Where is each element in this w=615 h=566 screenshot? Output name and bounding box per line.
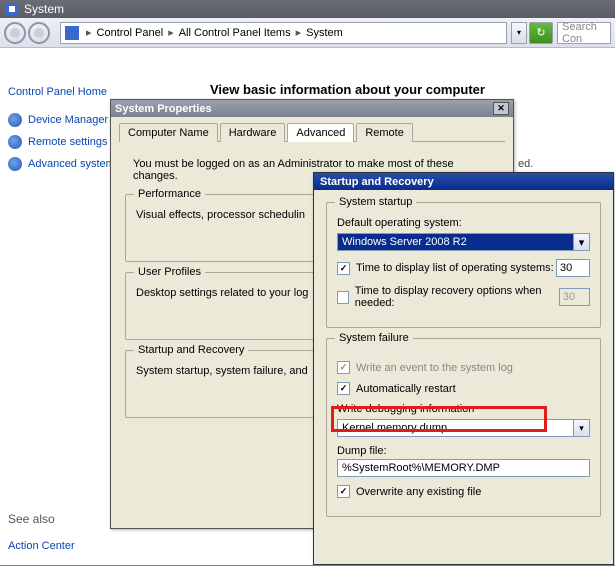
tab-remote[interactable]: Remote (356, 123, 413, 142)
system-failure-group: System failure Write an event to the sys… (326, 338, 601, 517)
user-profiles-legend: User Profiles (134, 266, 205, 278)
tab-computer-name[interactable]: Computer Name (119, 123, 218, 142)
time-recovery-checkbox[interactable] (337, 291, 349, 304)
dump-file-value: %SystemRoot%\MEMORY.DMP (342, 462, 500, 474)
write-event-row: Write an event to the system log (337, 361, 590, 374)
breadcrumb-3[interactable]: System (304, 27, 345, 39)
startup-recovery-legend: Startup and Recovery (134, 344, 248, 356)
dump-file-input[interactable]: %SystemRoot%\MEMORY.DMP (337, 459, 590, 477)
nav-toolbar: ▸ Control Panel ▸ All Control Panel Item… (0, 18, 615, 48)
chevron-down-icon: ▾ (573, 420, 589, 436)
address-bar[interactable]: ▸ Control Panel ▸ All Control Panel Item… (60, 22, 507, 44)
close-button[interactable]: ✕ (493, 102, 509, 115)
time-recovery-label: Time to display recovery options when ne… (355, 285, 559, 309)
write-event-checkbox (337, 361, 350, 374)
shield-icon (8, 135, 22, 149)
chevron-down-icon: ▾ (517, 28, 521, 37)
search-input[interactable]: Search Con (557, 22, 611, 44)
partial-text: ed. (518, 158, 533, 170)
breadcrumb-sep: ▸ (165, 26, 177, 39)
system-startup-legend: System startup (335, 196, 416, 208)
advanced-system-label: Advanced system (28, 158, 115, 170)
default-os-label: Default operating system: (337, 217, 590, 229)
close-icon: ✕ (497, 103, 505, 114)
auto-restart-label: Automatically restart (356, 383, 456, 395)
dialog-title: Startup and Recovery (320, 176, 434, 188)
overwrite-checkbox[interactable] (337, 485, 350, 498)
time-list-checkbox[interactable] (337, 262, 350, 275)
shield-icon (8, 157, 22, 171)
back-button[interactable] (4, 22, 26, 44)
system-icon (6, 3, 18, 15)
default-os-value: Windows Server 2008 R2 (342, 236, 467, 248)
time-recovery-row: Time to display recovery options when ne… (337, 285, 590, 309)
device-manager-label: Device Manager (28, 114, 108, 126)
system-failure-legend: System failure (335, 332, 413, 344)
breadcrumb-1[interactable]: Control Panel (95, 27, 166, 39)
dump-type-value: Kernel memory dump (342, 422, 447, 434)
time-list-label: Time to display list of operating system… (356, 262, 554, 274)
refresh-button[interactable]: ↻ (529, 22, 553, 44)
breadcrumb-sep: ▸ (293, 26, 305, 39)
action-center-link[interactable]: Action Center (8, 538, 168, 554)
tab-advanced[interactable]: Advanced (287, 123, 354, 142)
forward-button[interactable] (28, 22, 50, 44)
window-titlebar: System (0, 0, 615, 18)
auto-restart-row: Automatically restart (337, 382, 590, 395)
time-recovery-spinner: 30 (559, 288, 590, 306)
remote-settings-label: Remote settings (28, 136, 107, 148)
system-startup-group: System startup Default operating system:… (326, 202, 601, 328)
overwrite-row: Overwrite any existing file (337, 485, 590, 498)
control-panel-icon (65, 26, 79, 40)
auto-restart-checkbox[interactable] (337, 382, 350, 395)
time-list-spinner[interactable]: 30 (556, 259, 590, 277)
address-dropdown[interactable]: ▾ (511, 22, 527, 44)
page-heading: View basic information about your comput… (210, 82, 485, 97)
time-list-row: Time to display list of operating system… (337, 259, 590, 277)
default-os-select[interactable]: Windows Server 2008 R2 ▾ (337, 233, 590, 251)
breadcrumb-2[interactable]: All Control Panel Items (177, 27, 293, 39)
window-title: System (24, 2, 64, 16)
tab-strip: Computer Name Hardware Advanced Remote (119, 123, 505, 142)
dump-type-select[interactable]: Kernel memory dump ▾ (337, 419, 590, 437)
write-event-label: Write an event to the system log (356, 362, 513, 374)
tab-hardware[interactable]: Hardware (220, 123, 286, 142)
dump-file-label: Dump file: (337, 445, 590, 457)
control-panel-home-link[interactable]: Control Panel Home (8, 84, 168, 100)
search-placeholder: Search Con (562, 21, 606, 45)
dialog-titlebar[interactable]: Startup and Recovery (314, 173, 613, 190)
write-debug-label: Write debugging information (337, 403, 590, 415)
breadcrumb-sep: ▸ (83, 26, 95, 39)
dialog-body: System startup Default operating system:… (314, 190, 613, 537)
shield-icon (8, 113, 22, 127)
overwrite-label: Overwrite any existing file (356, 486, 481, 498)
chevron-down-icon: ▾ (573, 234, 589, 250)
dialog-titlebar[interactable]: System Properties ✕ (111, 100, 513, 117)
refresh-icon: ↻ (536, 26, 545, 39)
dialog-title: System Properties (115, 103, 212, 115)
startup-recovery-dialog: Startup and Recovery System startup Defa… (313, 172, 614, 565)
performance-legend: Performance (134, 188, 205, 200)
